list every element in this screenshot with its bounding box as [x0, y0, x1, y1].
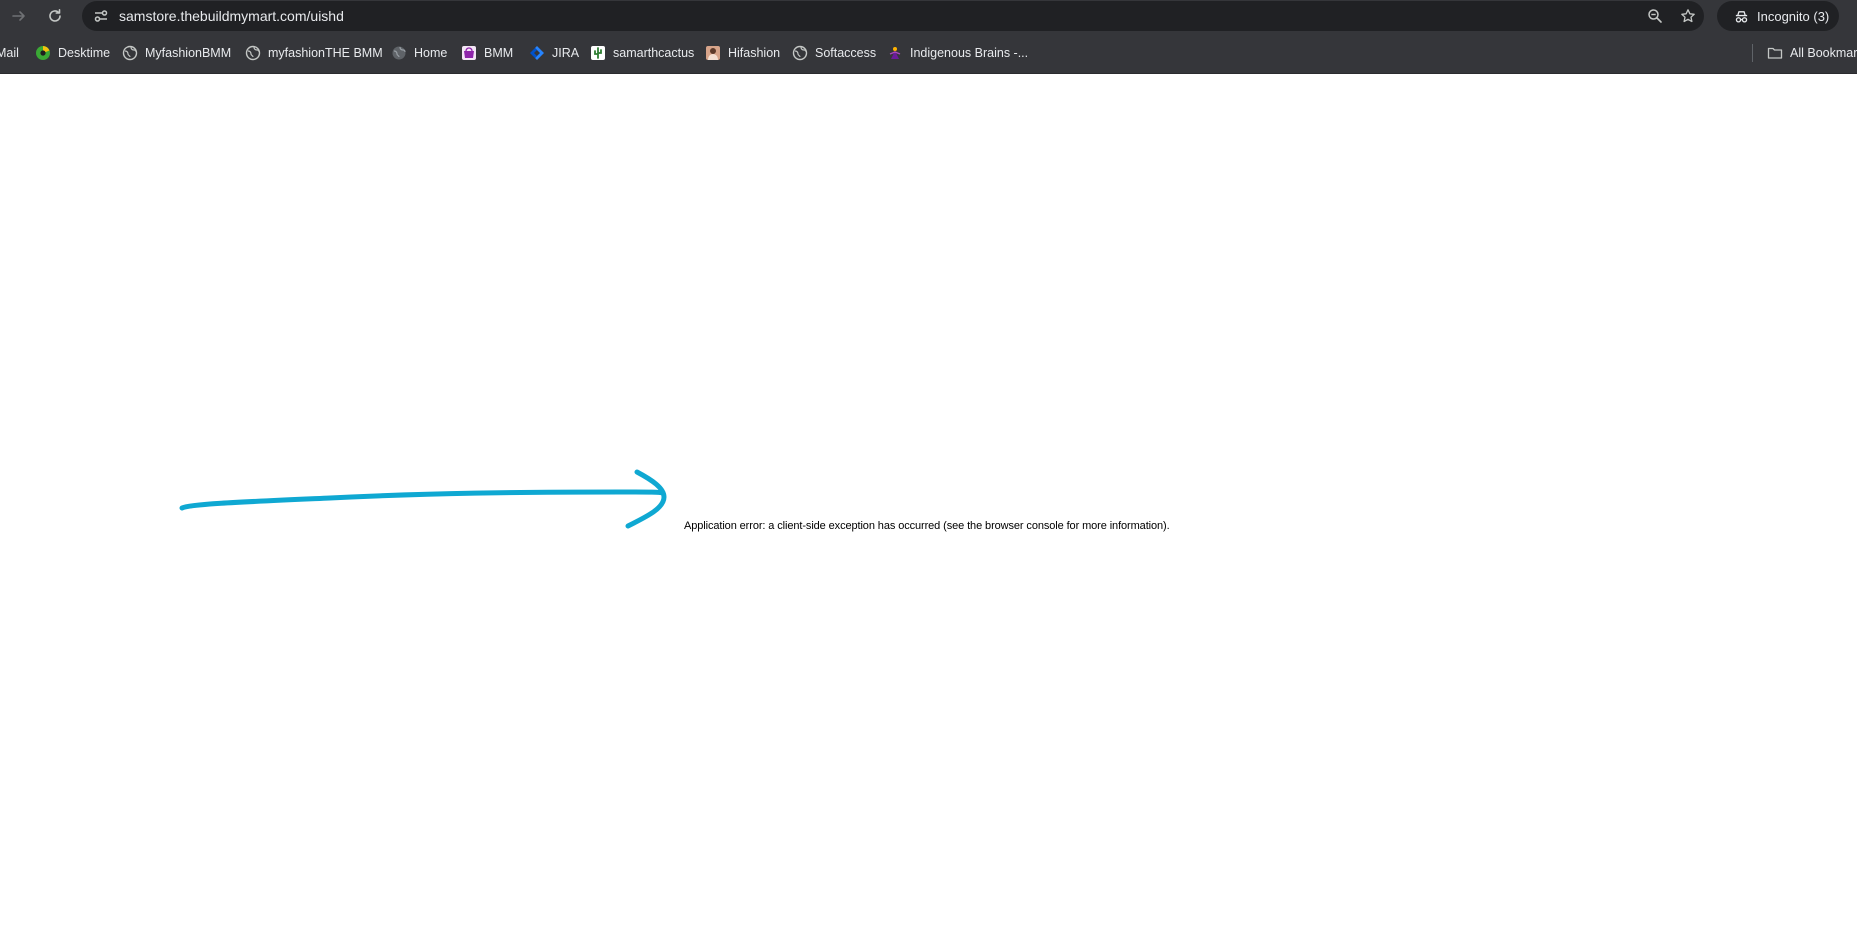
zoom-button[interactable] [1644, 5, 1666, 27]
arrow-head [625, 469, 667, 529]
forward-button[interactable] [6, 3, 32, 29]
bookmark-label: Softaccess [815, 46, 877, 60]
page-content: Application error: a client-side excepti… [0, 74, 1857, 948]
bookmark-indigenous-brains[interactable]: Indigenous Brains -... [887, 41, 1028, 65]
bmm-logo-icon [461, 45, 477, 61]
bookmark-myfashionbmm[interactable]: MyfashionBMM [122, 41, 231, 65]
all-bookmarks-label: All Bookmarks [1790, 46, 1857, 60]
bookmark-label: MyfashionBMM [145, 46, 232, 60]
bookmark-hifashion[interactable]: Hifashion [705, 41, 780, 65]
bookmark-myfashionthebmm[interactable]: myfashionTHE BMM [245, 41, 383, 65]
site-info-button[interactable] [90, 5, 112, 27]
indigenous-brains-icon [887, 45, 903, 61]
reload-button[interactable] [42, 3, 68, 29]
bookmark-label: Desktime [58, 46, 111, 60]
globe-icon [122, 45, 138, 61]
bookmark-label: Indigenous Brains -... [910, 46, 1029, 60]
globe-icon [245, 45, 261, 61]
cactus-icon [590, 45, 606, 61]
star-icon [1681, 9, 1695, 23]
bookmark-jira[interactable]: JIRA [529, 41, 579, 65]
bookmark-label: Hifashion [728, 46, 781, 60]
bookmark-label: Mail [0, 46, 19, 60]
jira-icon [529, 45, 545, 61]
url-path: /uishd [306, 8, 344, 24]
tune-icon [94, 10, 108, 22]
bookmark-label: myfashionTHE BMM [268, 46, 383, 60]
bookmarks-separator [1752, 44, 1753, 62]
bookmark-star-button[interactable] [1677, 5, 1699, 27]
bookmarks-bar: Mail Desktime MyfashionBMM myfashionTHE … [0, 32, 1857, 74]
reload-icon [49, 9, 61, 22]
bookmark-label: BMM [484, 46, 514, 60]
url-text[interactable]: samstore.thebuildmymart.com/uishd [119, 1, 344, 31]
browser-toolbar: samstore.thebuildmymart.com/uishd Incogn… [0, 0, 1857, 32]
globe-icon [792, 45, 808, 61]
bookmark-label: samarthcactus [613, 46, 695, 60]
incognito-icon [1735, 10, 1748, 23]
globe-icon [391, 45, 407, 61]
forward-arrow-icon [12, 11, 25, 21]
annotation-arrow [179, 469, 667, 529]
incognito-label: Incognito (3) [1757, 8, 1830, 24]
bookmark-bmm[interactable]: BMM [461, 41, 513, 65]
bookmark-mail[interactable]: Mail [0, 41, 19, 65]
hifashion-icon [705, 45, 721, 61]
desktime-icon [35, 45, 51, 61]
all-bookmarks-button[interactable]: All Bookmarks [1767, 41, 1857, 65]
zoom-out-icon [1648, 9, 1662, 23]
arrow-shaft [179, 489, 666, 511]
incognito-button[interactable]: Incognito (3) [1717, 1, 1839, 31]
bookmark-label: Home [414, 46, 448, 60]
bookmark-desktime[interactable]: Desktime [35, 41, 110, 65]
bookmark-label: JIRA [552, 46, 580, 60]
folder-icon [1767, 45, 1783, 61]
bookmark-softaccess[interactable]: Softaccess [792, 41, 876, 65]
address-bar[interactable]: samstore.thebuildmymart.com/uishd [82, 1, 1704, 31]
url-host: samstore.thebuildmymart.com [119, 8, 307, 24]
bookmark-home[interactable]: Home [391, 41, 447, 65]
bookmark-samarthcactus[interactable]: samarthcactus [590, 41, 694, 65]
error-message: Application error: a client-side excepti… [684, 520, 1170, 532]
